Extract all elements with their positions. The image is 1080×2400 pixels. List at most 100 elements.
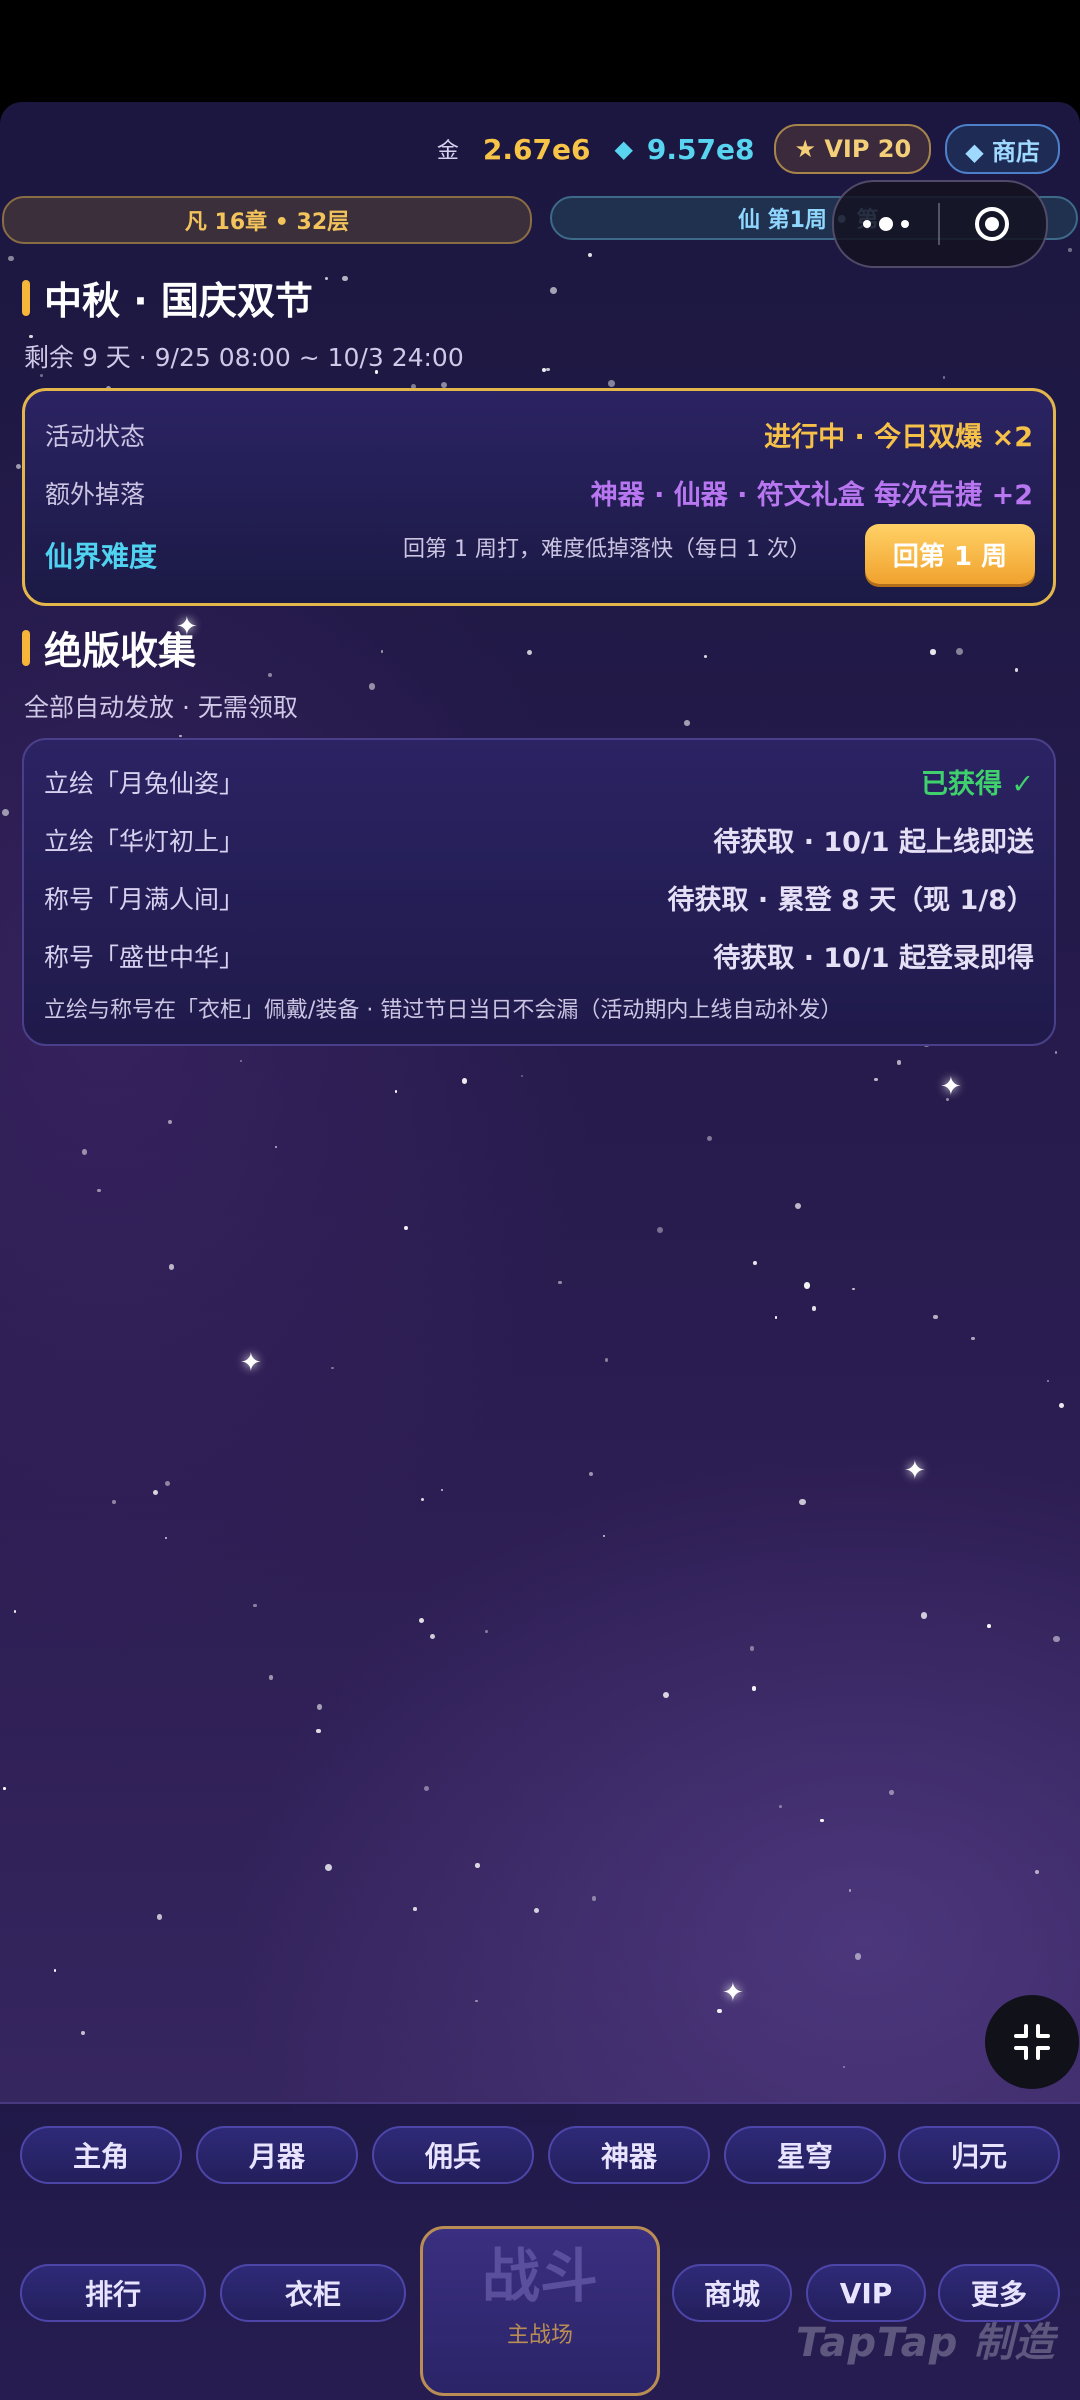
collection-note: 立绘与称号在「衣柜」佩戴/装备 · 错过节日当日不会漏（活动期内上线自动补发） bbox=[44, 998, 843, 1023]
more-options-icon[interactable] bbox=[834, 217, 938, 231]
star-dot bbox=[179, 734, 182, 738]
event-subtitle: 剩余 9 天 · 9/25 08:00 ~ 10/3 24:00 bbox=[24, 343, 464, 372]
star-dot bbox=[40, 374, 43, 377]
drop-label: 额外掉落 bbox=[45, 479, 146, 509]
drop-row: 额外掉落 神器 · 仙器 · 符文礼盒 每次告捷 +2 bbox=[45, 473, 1033, 512]
nav-mall-button[interactable]: 商城 bbox=[672, 2264, 792, 2322]
collapse-fullscreen-button[interactable] bbox=[985, 1995, 1079, 2089]
star-dot bbox=[803, 1282, 810, 1289]
list-item: 称号「月满人间」 待获取 · 累登 8 天（现 1/8） bbox=[44, 878, 1034, 917]
star-dot bbox=[930, 649, 936, 655]
item-status: 待获取 · 10/1 起登录即得 bbox=[713, 943, 1034, 974]
nav-return-origin-button[interactable]: 归元 bbox=[898, 2126, 1060, 2184]
list-item: 立绘「月兔仙姿」 已获得 ✓ bbox=[44, 762, 1034, 801]
vip-button[interactable]: ★ VIP 20 bbox=[774, 124, 932, 174]
item-status-obtained: 已获得 ✓ bbox=[920, 769, 1034, 800]
star-dot bbox=[707, 1135, 713, 1141]
star-dot bbox=[169, 1264, 175, 1270]
sparkle-icon: ✦ bbox=[904, 1456, 926, 1486]
nav-wardrobe-button[interactable]: 衣柜 bbox=[220, 2264, 406, 2322]
nav-ranking-button[interactable]: 排行 bbox=[20, 2264, 206, 2322]
star-dot bbox=[955, 647, 963, 655]
item-status: 待获取 · 累登 8 天（现 1/8） bbox=[667, 885, 1034, 916]
star-dot bbox=[80, 2031, 85, 2036]
diamond-icon: ◆ bbox=[614, 135, 633, 163]
star-dot bbox=[112, 1500, 116, 1504]
mortal-progress-tab[interactable]: 凡 16章 • 32层 bbox=[2, 196, 532, 244]
drop-value: 神器 · 仙器 · 符文礼盒 每次告捷 +2 bbox=[590, 480, 1033, 511]
star-dot bbox=[421, 1497, 425, 1501]
item-label: 立绘「月兔仙姿」 bbox=[44, 768, 245, 798]
nav-mercenary-button[interactable]: 佣兵 bbox=[372, 2126, 534, 2184]
star-dot bbox=[156, 1914, 162, 1920]
star-dot bbox=[605, 1358, 609, 1362]
star-dot bbox=[588, 1471, 593, 1476]
collection-title-text: 绝版收集 bbox=[44, 629, 197, 673]
star-dot bbox=[461, 1078, 467, 1084]
star-dot bbox=[424, 1786, 430, 1792]
star-dot bbox=[418, 1618, 425, 1624]
item-label: 立绘「华灯初上」 bbox=[44, 826, 245, 856]
star-dot bbox=[239, 1059, 243, 1063]
star-dot bbox=[53, 1968, 57, 1972]
gold-label: 金 bbox=[436, 139, 459, 164]
star-dot bbox=[533, 1907, 540, 1914]
star-dot bbox=[987, 1624, 991, 1629]
nav-divine-artifact-button[interactable]: 神器 bbox=[548, 2126, 710, 2184]
star-dot bbox=[3, 1787, 6, 1791]
status-value: 进行中 · 今日双爆 ×2 bbox=[764, 422, 1033, 453]
star-dot bbox=[971, 1336, 975, 1341]
battle-button[interactable]: 战斗 主战场 bbox=[420, 2226, 660, 2396]
star-dot bbox=[1059, 1403, 1064, 1409]
star-dot bbox=[165, 1537, 168, 1540]
star-dot bbox=[608, 380, 615, 387]
event-title-text: 中秋 · 国庆双节 bbox=[44, 279, 313, 323]
nav-moon-artifact-button[interactable]: 月器 bbox=[196, 2126, 358, 2184]
star-dot bbox=[546, 367, 550, 372]
star-dot bbox=[1015, 668, 1019, 672]
star-dot bbox=[550, 287, 558, 295]
event-title: 中秋 · 国庆双节 bbox=[22, 270, 313, 325]
star-dot bbox=[888, 1790, 894, 1796]
star-dot bbox=[475, 1863, 480, 1868]
sparkle-icon: ✦ bbox=[940, 1072, 962, 1102]
star-dot bbox=[657, 1227, 664, 1234]
star-dot bbox=[811, 1305, 817, 1311]
star-dot bbox=[795, 1202, 802, 1209]
star-dot bbox=[403, 1226, 408, 1231]
star-dot bbox=[874, 1077, 878, 1082]
item-status: 待获取 · 10/1 起上线即送 bbox=[713, 827, 1034, 858]
star-dot bbox=[274, 1145, 278, 1149]
star-dot bbox=[8, 255, 14, 262]
difficulty-hint: 回第 1 周打，难度低掉落快（每日 1 次） bbox=[403, 537, 811, 562]
star-dot bbox=[920, 1612, 928, 1619]
star-dot bbox=[13, 1610, 17, 1614]
star-dot bbox=[749, 1646, 755, 1651]
star-dot bbox=[933, 1314, 938, 1319]
star-dot bbox=[703, 655, 707, 658]
shop-button[interactable]: ◆ 商店 bbox=[945, 124, 1060, 174]
nav-starry-sky-button[interactable]: 星穹 bbox=[724, 2126, 886, 2184]
star-dot bbox=[316, 1728, 321, 1734]
star-dot bbox=[683, 720, 690, 726]
star-dot bbox=[380, 650, 383, 653]
collection-title: 绝版收集 bbox=[22, 620, 196, 675]
gold-amount: 2.67e6 bbox=[482, 132, 591, 166]
taptap-watermark: TapTap 制造 bbox=[796, 2320, 1056, 2366]
battle-label: 战斗 bbox=[481, 2242, 598, 2310]
nav-hero-button[interactable]: 主角 bbox=[20, 2126, 182, 2184]
star-dot bbox=[15, 463, 22, 470]
star-dot bbox=[413, 1907, 417, 1911]
sparkle-icon: ✦ bbox=[722, 1978, 744, 2008]
star-dot bbox=[526, 649, 533, 656]
battle-sublabel: 主战场 bbox=[506, 2323, 573, 2348]
star-dot bbox=[717, 2009, 722, 2014]
star-dot bbox=[81, 1149, 88, 1155]
star-dot bbox=[368, 683, 376, 690]
star-dot bbox=[342, 275, 348, 282]
close-miniprogram-icon[interactable] bbox=[940, 207, 1044, 241]
star-dot bbox=[603, 1534, 606, 1538]
return-week1-button[interactable]: 回第 1 周 bbox=[865, 524, 1035, 584]
star-dot bbox=[475, 1999, 478, 2003]
star-dot bbox=[587, 253, 593, 258]
